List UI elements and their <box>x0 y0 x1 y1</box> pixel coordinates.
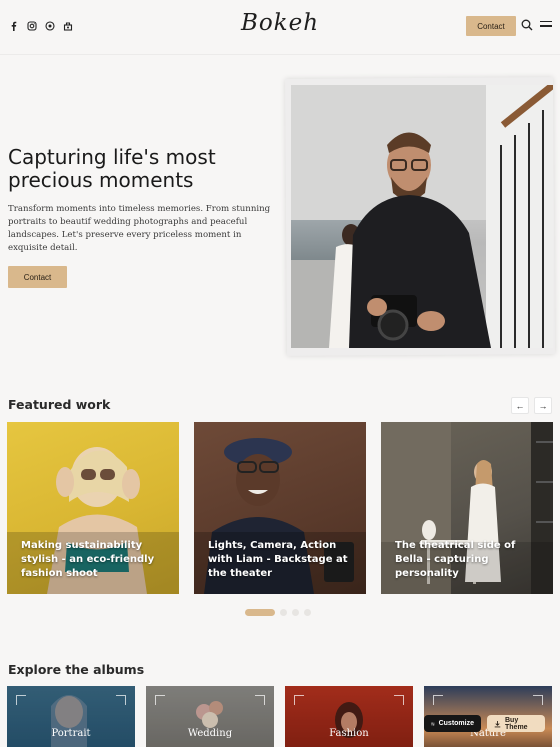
album-portrait[interactable]: Portrait <box>7 686 135 747</box>
prev-arrow-button[interactable]: ← <box>511 397 529 414</box>
next-arrow-button[interactable]: → <box>534 397 552 414</box>
buy-theme-button[interactable]: Buy Theme <box>487 715 545 732</box>
customize-button[interactable]: Customize <box>424 715 481 732</box>
card-title: Lights, Camera, Action with Liam - Backs… <box>208 540 348 579</box>
header-contact-button[interactable]: Contact <box>466 16 516 36</box>
album-label: Fashion <box>329 728 369 739</box>
album-label: Portrait <box>51 728 91 739</box>
sliders-icon <box>431 722 435 725</box>
header-divider <box>0 54 560 55</box>
buy-theme-label: Buy Theme <box>505 716 528 731</box>
carousel-dot[interactable] <box>280 609 287 616</box>
carousel-dots <box>245 609 311 616</box>
album-wedding[interactable]: Wedding <box>146 686 274 747</box>
album-label: Wedding <box>187 728 233 739</box>
menu-icon[interactable] <box>540 21 552 30</box>
featured-card[interactable]: The theatrical side of Bella - capturing… <box>381 422 553 594</box>
carousel-dot[interactable] <box>304 609 311 616</box>
hero-contact-button[interactable]: Contact <box>8 266 67 288</box>
album-fashion[interactable]: Fashion <box>285 686 413 747</box>
hero-photo <box>291 85 553 348</box>
carousel-dot[interactable] <box>245 609 275 616</box>
card-title: Making sustainability stylish - an eco-f… <box>21 540 155 579</box>
featured-card[interactable]: Making sustainability stylish - an eco-f… <box>7 422 179 594</box>
site-header: Bokeh Contact <box>0 0 560 54</box>
download-icon <box>494 720 501 727</box>
featured-card[interactable]: Lights, Camera, Action with Liam - Backs… <box>194 422 366 594</box>
albums-heading: Explore the albums <box>8 662 145 677</box>
carousel-dot[interactable] <box>292 609 299 616</box>
customize-label: Customize <box>438 720 474 727</box>
card-title: The theatrical side of Bella - capturing… <box>395 540 516 579</box>
hero-title: Capturing life's most precious moments <box>8 145 216 192</box>
featured-heading: Featured work <box>8 397 111 412</box>
hero-description: Transform moments into timeless memories… <box>8 204 271 253</box>
search-icon[interactable] <box>521 19 533 31</box>
